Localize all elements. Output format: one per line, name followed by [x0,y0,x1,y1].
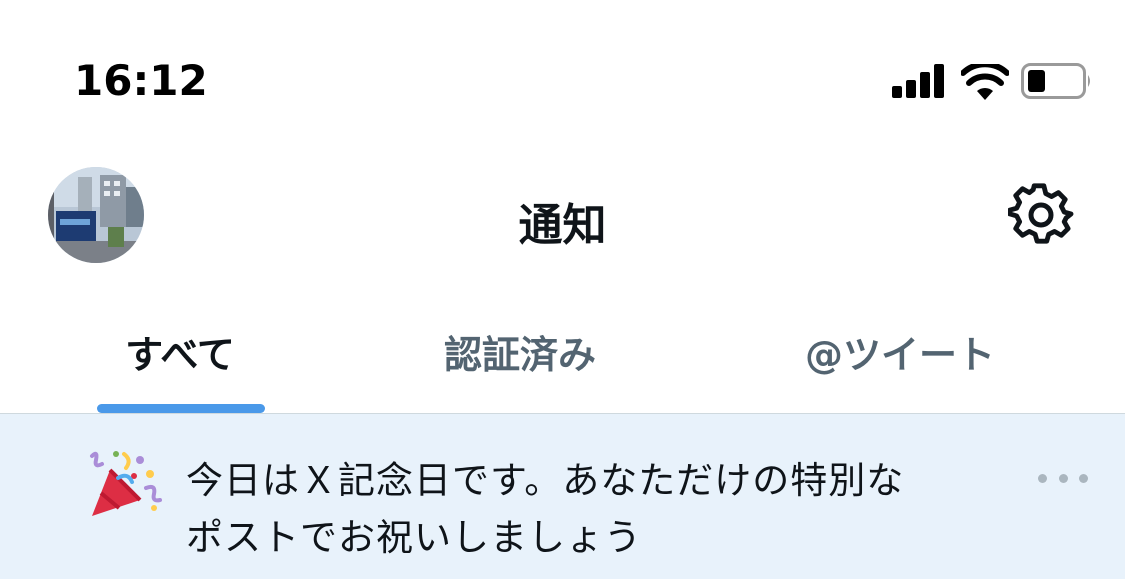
battery-icon [1021,63,1090,99]
banner-line-1: 今日はＸ記念日です。あなただけの特別な [186,459,905,502]
more-dot [1058,473,1068,483]
signal-icon [892,64,944,98]
more-icon[interactable] [1038,468,1088,488]
tab-mentions[interactable]: @ツイート [720,300,1080,414]
party-popper-icon [90,451,162,516]
tab-verified[interactable]: 認証済み [340,300,700,414]
more-dot [1079,473,1088,483]
notifications-screen: 16:12 通知 すべて 認証済み @ツイート 今日はＸ記念日です。あなただけの… [0,0,1125,579]
more-dot [1038,473,1047,483]
banner-line-2: ポストでお祝いしましょう [186,516,642,559]
settings-button[interactable] [1007,181,1075,249]
page-title: 通知 [518,200,607,251]
notification-tabs: すべて 認証済み @ツイート [0,300,1125,414]
tab-all[interactable]: すべて [0,300,360,414]
wifi-icon [961,64,1009,100]
active-tab-indicator [97,404,265,413]
banner-message: 今日はＸ記念日です。あなただけの特別な ポストでお祝いしましょう [186,452,966,566]
gear-icon [1008,183,1074,244]
status-time: 16:12 [74,56,208,105]
